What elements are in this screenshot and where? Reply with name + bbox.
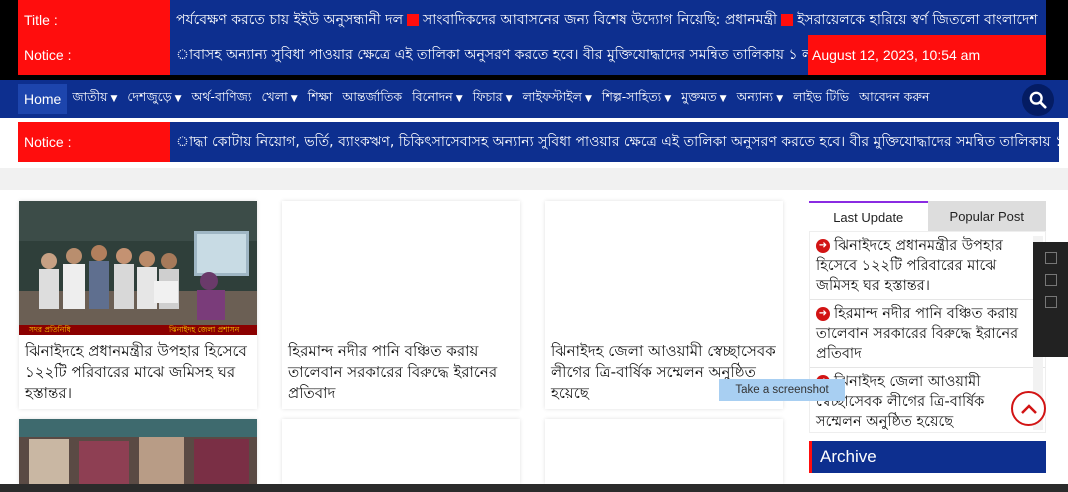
widget-square-icon[interactable] <box>1044 274 1057 286</box>
nav-item-label: ফিচার <box>472 89 503 104</box>
news-card[interactable] <box>282 419 520 484</box>
caret-down-icon: ▼ <box>776 94 784 104</box>
widget-square-icon[interactable] <box>1044 296 1057 308</box>
nav-item-label: আন্তর্জাতিক <box>342 89 403 104</box>
nav-item-label: লাইফস্টাইল <box>522 89 582 104</box>
os-taskbar <box>0 484 1068 492</box>
news-card-image[interactable] <box>545 201 783 335</box>
notice-bar-track[interactable]: াদ্ধা কোটায় নিয়োগ, ভর্তি, ব্যাংকঋণ, চি… <box>170 122 1059 162</box>
caret-down-icon: ▼ <box>110 94 118 104</box>
nav-item-label: Home <box>24 91 62 107</box>
nav-item-label: অন্যান্য <box>736 89 774 104</box>
nav-item[interactable]: আন্তর্জাতিক <box>337 84 407 114</box>
chevron-up-icon <box>1020 403 1037 414</box>
news-card[interactable] <box>545 419 783 484</box>
list-item[interactable]: ➜ হিরমান্দ নদীর পানি বঞ্চিত করায় তালেবান… <box>810 300 1045 368</box>
arrow-right-circle-icon: ➜ <box>816 307 830 321</box>
take-screenshot-button[interactable]: Take a screenshot <box>719 379 845 401</box>
list-item[interactable]: ➜ ঝিনাইদহে প্রধানমন্ত্রীর উপহার হিসেবে ১২… <box>810 232 1045 300</box>
caret-down-icon: ▼ <box>455 94 463 104</box>
notice-ticker: Notice : াবাসহ অন্যান্য সুবিধা পাওয়ার ক… <box>18 35 1046 75</box>
nav-item-label: আবেদন করুন <box>859 89 930 104</box>
nav-item[interactable]: দেশজুড়ে ▼ <box>122 84 186 114</box>
ticker-headline[interactable]: ইসরায়েলকে হারিয়ে স্বর্ণ জিতলো বাংলাদেশ <box>797 8 1038 32</box>
caret-down-icon: ▼ <box>584 94 592 104</box>
notice-bar-text[interactable]: াদ্ধা কোটায় নিয়োগ, ভর্তি, ব্যাংকঋণ, চি… <box>176 130 1059 154</box>
scroll-to-top-button[interactable] <box>1011 391 1046 426</box>
nav-item[interactable]: অর্থ-বাণিজ্য <box>187 84 257 114</box>
nav-item-label: মুক্তমত <box>681 89 717 104</box>
list-item-title[interactable]: হিরমান্দ নদীর পানি বঞ্চিত করায় তালেবান … <box>816 306 1018 362</box>
floating-side-widget[interactable] <box>1033 242 1068 357</box>
archive-heading: Archive <box>809 441 1046 473</box>
title-ticker-label: Title : <box>18 0 170 40</box>
nav-item[interactable]: লাইভ টিভি <box>788 84 854 114</box>
nav-item[interactable]: আবেদন করুন <box>854 84 934 114</box>
nav-item-label: শিল্প-সাহিত্য <box>601 89 662 104</box>
ticker-headline[interactable]: পর্যবেক্ষণ করতে চায় ইইউ অনুসন্ধানী দল <box>176 8 403 32</box>
nav-item-label: অর্থ-বাণিজ্য <box>191 89 252 104</box>
current-date: August 12, 2023, 10:54 am <box>808 35 1046 75</box>
notice-ticker-label: Notice : <box>18 35 170 75</box>
news-card-title[interactable]: ঝিনাইদহে প্রধানমন্ত্রীর উপহার হিসেবে ১২২… <box>19 335 257 409</box>
nav-item-label: বিনোদন <box>412 89 453 104</box>
photo-caption-right: ঝিনাইদহ জেলা প্রশাসন <box>169 325 240 334</box>
caret-down-icon: ▼ <box>664 94 672 104</box>
nav-item-label: খেলা <box>261 89 288 104</box>
caret-down-icon: ▼ <box>290 94 298 104</box>
nav-item[interactable]: মুক্তমত ▼ <box>676 84 731 114</box>
news-card[interactable]: সদর প্রতিনিধি ঝিনাইদহ জেলা প্রশাসন ঝিনাই… <box>19 201 257 409</box>
ticker-headline[interactable]: সাংবাদিকদের আবাসনের জন্য বিশেষ উদ্যোগ নি… <box>423 8 777 32</box>
main-navigation: Home জাতীয় ▼ দেশজুড়ে ▼ অর্থ-বাণিজ্য খেলা ▼ শিক… <box>0 80 1068 118</box>
arrow-right-circle-icon: ➜ <box>816 239 830 253</box>
separator-square-icon <box>407 14 420 26</box>
nav-item[interactable]: খেলা ▼ <box>256 84 302 114</box>
caret-down-icon: ▼ <box>719 94 727 104</box>
nav-item[interactable]: শিল্প-সাহিত্য ▼ <box>597 84 676 114</box>
title-ticker-track[interactable]: পর্যবেক্ষণ করতে চায় ইইউ অনুসন্ধানী দল স… <box>170 0 1046 40</box>
nav-item[interactable]: শিক্ষা <box>303 84 338 114</box>
nav-item[interactable]: অন্যান্য ▼ <box>732 84 789 114</box>
list-item[interactable]: ➜ঝিনাইদহ জেলা আওয়ামী স্বেচ্ছাসেবক লীগের… <box>810 368 1045 432</box>
nav-item[interactable]: Home <box>18 84 68 114</box>
nav-item[interactable]: বিনোদন ▼ <box>407 84 468 114</box>
tab-last-update[interactable]: Last Update <box>809 201 928 231</box>
nav-menu: Home জাতীয় ▼ দেশজুড়ে ▼ অর্থ-বাণিজ্য খেলা ▼ শিক… <box>18 80 934 118</box>
search-button[interactable] <box>1022 84 1054 116</box>
photo-caption-left: সদর প্রতিনিধি <box>29 325 71 334</box>
section-divider <box>0 168 1068 190</box>
news-photo[interactable] <box>19 419 257 484</box>
nav-item-label: দেশজুড়ে <box>127 89 172 104</box>
notice-ticker-text[interactable]: াবাসহ অন্যান্য সুবিধা পাওয়ার ক্ষেত্রে এ… <box>176 43 808 67</box>
widget-square-icon[interactable] <box>1044 252 1057 264</box>
nav-item-label: শিক্ষা <box>307 89 333 104</box>
notice-ticker-track[interactable]: াবাসহ অন্যান্য সুবিধা পাওয়ার ক্ষেত্রে এ… <box>170 35 808 75</box>
list-item-title[interactable]: ঝিনাইদহে প্রধানমন্ত্রীর উপহার হিসেবে ১২২… <box>816 238 1003 294</box>
title-ticker: Title : পর্যবেক্ষণ করতে চায় ইইউ অনুসন্ধ… <box>18 0 1046 40</box>
news-card-title[interactable]: হিরমান্দ নদীর পানি বঞ্চিত করায় তালেবান … <box>282 335 520 409</box>
sidebar-tabs: Last Update Popular Post <box>809 201 1046 231</box>
latest-news-list: ➜ ঝিনাইদহে প্রধানমন্ত্রীর উপহার হিসেবে ১২… <box>809 231 1046 433</box>
nav-item[interactable]: লাইফস্টাইল ▼ <box>518 84 597 114</box>
news-photo[interactable] <box>19 201 257 335</box>
notice-bar: Notice : াদ্ধা কোটায় নিয়োগ, ভর্তি, ব্য… <box>18 122 1059 162</box>
nav-item[interactable]: ফিচার ▼ <box>468 84 518 114</box>
news-card-image[interactable] <box>282 201 520 335</box>
search-icon <box>1029 91 1047 109</box>
news-card[interactable]: ঝিনাইদহ জেলা আওয়ামী স্বেচ্ছাসেবক লীগের … <box>545 201 783 409</box>
caret-down-icon: ▼ <box>174 94 182 104</box>
news-card[interactable] <box>19 419 257 484</box>
nav-item-label: লাইভ টিভি <box>793 89 850 104</box>
separator-square-icon <box>781 14 794 26</box>
tab-popular-post[interactable]: Popular Post <box>927 201 1046 231</box>
nav-item[interactable]: জাতীয় ▼ <box>67 84 122 114</box>
notice-bar-label: Notice : <box>18 122 170 162</box>
news-card[interactable]: হিরমান্দ নদীর পানি বঞ্চিত করায় তালেবান … <box>282 201 520 409</box>
nav-item-label: জাতীয় <box>72 89 108 104</box>
news-card-image[interactable]: সদর প্রতিনিধি ঝিনাইদহ জেলা প্রশাসন <box>19 201 257 335</box>
caret-down-icon: ▼ <box>505 94 513 104</box>
